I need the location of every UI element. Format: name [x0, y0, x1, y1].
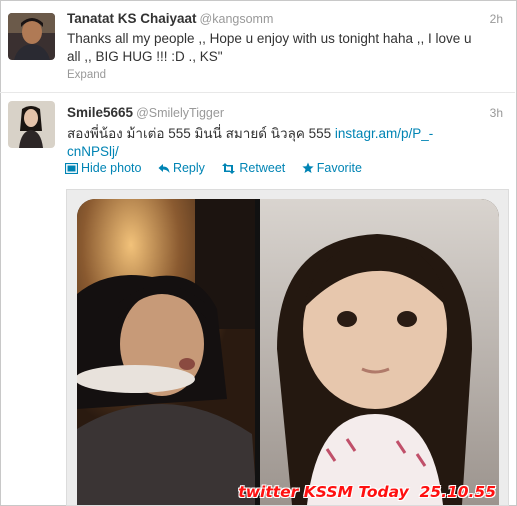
- reply-label: Reply: [172, 161, 205, 175]
- user-name[interactable]: Tanatat KS Chaiyaat: [67, 11, 197, 26]
- favorite-label: Favorite: [316, 161, 362, 175]
- tweet-text-line: Thanks all my people ,, Hope u enjoy wit…: [67, 31, 472, 46]
- reply-icon: [158, 164, 170, 173]
- tweet-text: สองพี่น้อง ม้าเต่อ 555 มินนี่ สมายด์ นิว…: [67, 125, 507, 161]
- user-name[interactable]: Smile5665: [67, 105, 133, 120]
- tweet-text-line: all ,, BIG HUG !!! :D ., KS": [67, 49, 223, 64]
- tweet-text: Thanks all my people ,, Hope u enjoy wit…: [67, 30, 507, 66]
- user-handle[interactable]: @SmilelyTigger: [136, 106, 224, 120]
- user-handle[interactable]: @kangsomm: [200, 12, 274, 26]
- tweet-header: Smile5665 @SmilelyTigger: [67, 105, 224, 120]
- avatar[interactable]: [8, 101, 55, 148]
- tweet-text-thai: สองพี่น้อง ม้าเต่อ 555 มินนี่ สมายด์ นิว…: [67, 126, 332, 141]
- tweet-timestamp[interactable]: 3h: [490, 106, 503, 120]
- instagram-link-cont[interactable]: cnNPSlj/: [67, 144, 119, 159]
- watermark-text: twitter KSSM Today 25.10.55: [238, 483, 496, 501]
- instagram-link[interactable]: instagr.am/p/P_-: [335, 126, 433, 141]
- retweet-button[interactable]: Retweet: [221, 161, 285, 175]
- tweet-item[interactable]: Tanatat KS Chaiyaat @kangsomm 2h Thanks a…: [0, 0, 515, 93]
- hide-photo-label: Hide photo: [81, 161, 142, 175]
- tweet-header: Tanatat KS Chaiyaat @kangsomm: [67, 11, 273, 26]
- retweet-label: Retweet: [239, 161, 286, 175]
- favorite-button[interactable]: Favorite: [302, 161, 362, 175]
- expand-link[interactable]: Expand: [67, 69, 106, 81]
- instagram-photo: [77, 199, 499, 505]
- retweet-icon: [222, 163, 236, 174]
- avatar[interactable]: [8, 13, 55, 60]
- hide-photo-button[interactable]: Hide photo: [64, 161, 142, 175]
- reply-button[interactable]: Reply: [158, 161, 205, 175]
- photo-image[interactable]: [77, 199, 499, 505]
- photo-preview[interactable]: twitter KSSM Today 25.10.55: [66, 189, 509, 506]
- tweet-item[interactable]: Smile5665 @SmilelyTigger 3h สองพี่น้อง ม้…: [0, 93, 515, 506]
- photo-icon: [64, 162, 79, 175]
- favorite-icon: [302, 162, 314, 173]
- tweet-actions: Hide photo Reply Retweet Favorite: [64, 161, 375, 175]
- tweet-timestamp[interactable]: 2h: [490, 12, 503, 26]
